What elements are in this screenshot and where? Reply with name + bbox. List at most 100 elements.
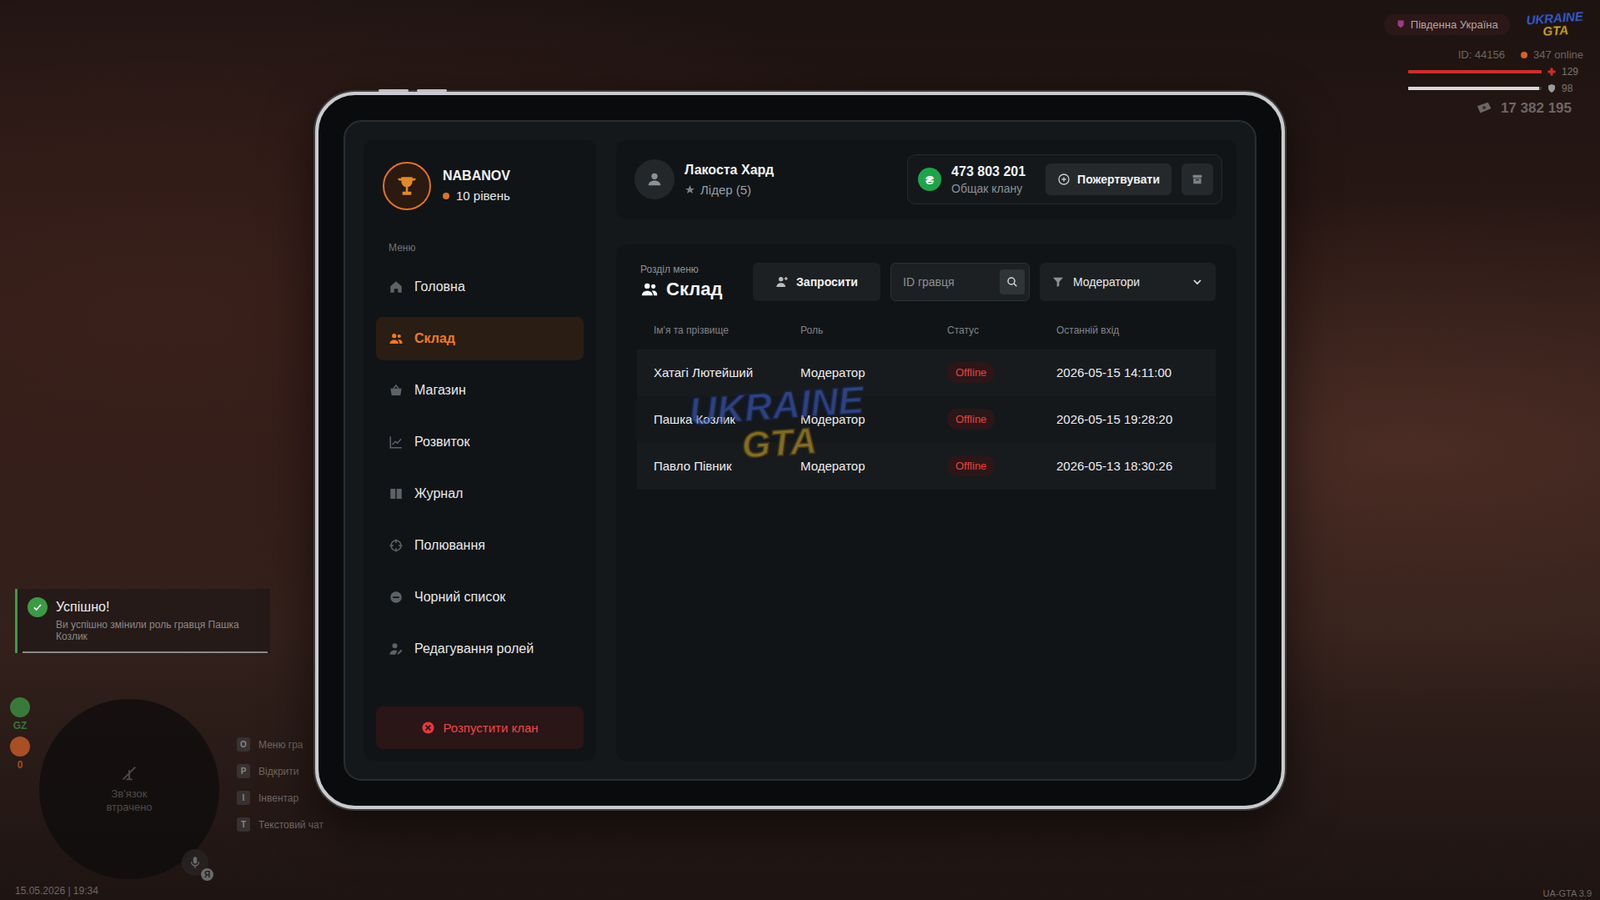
notification-text: Успішно!Ви успішно змінили роль гравця П… [55, 596, 244, 643]
check-icon [30, 600, 45, 614]
member-role: Модератор [800, 458, 948, 473]
currency-icon: ₴ [917, 167, 942, 191]
profile-text: NABANOV 10 рівень [442, 168, 511, 203]
invite-label: Запросити [796, 275, 858, 289]
disband-label: Розпустити клан [442, 720, 538, 735]
banknote-icon [1475, 99, 1495, 118]
table-row[interactable]: Хатагі ЛютейшийМодераторOffline2026-05-1… [636, 349, 1216, 397]
player-id: ID: 44156 [1458, 48, 1505, 61]
version: UA-GTA 3.9 [1543, 887, 1592, 898]
section-title-block: Розділ менюСклад [636, 263, 723, 301]
column-header: Ім'я та прізвище [653, 324, 801, 337]
people-icon [640, 280, 659, 299]
keybind-label: Інвентар [258, 792, 299, 804]
home-icon [388, 279, 404, 295]
member-name: Павло Півник [653, 458, 801, 473]
sidebar-item[interactable]: Склад [376, 316, 584, 361]
clan-name: NABANOV [442, 168, 511, 184]
funnel-icon [1051, 275, 1065, 289]
sidebar-item[interactable]: Полювання [376, 523, 584, 567]
profile: NABANOV 10 рівень [376, 161, 584, 211]
indicator-icon [10, 736, 31, 757]
table-row[interactable]: Пашка КозликМодераторOffline2026-05-15 1… [636, 396, 1216, 443]
server-badge: Південна Україна [1384, 14, 1510, 36]
clan-level: 10 рівень [442, 188, 511, 203]
block-icon [388, 589, 404, 605]
sidebar-item[interactable]: Журнал [376, 471, 584, 516]
roles-icon [388, 641, 404, 657]
plus-circle-icon [1057, 172, 1071, 186]
member-last-login: 2026-05-15 14:11:00 [1056, 365, 1216, 380]
search-button[interactable] [999, 269, 1025, 295]
player-info: ID: 44156347 online [1458, 48, 1584, 61]
game-logo: UKRAINEGTA [1525, 10, 1585, 40]
sidebar-item[interactable]: Чорний список [376, 575, 584, 619]
server-icon [1395, 19, 1406, 30]
armor-bar [1408, 86, 1542, 91]
sidebar-item-label: Журнал [414, 486, 463, 502]
table-row[interactable]: Павло ПівникМодераторOffline 2026-05-13 1… [636, 442, 1216, 490]
hud-top-right: Південна Україна UKRAINEGTA ID: 44156347 o… [1384, 11, 1584, 118]
member-role: Модератор [800, 411, 948, 427]
members-panel: Розділ менюСклад Запросити Модератори Ім'я … [616, 244, 1237, 761]
armor-value: 98 [1561, 82, 1584, 95]
leader-avatar [634, 159, 675, 200]
menu-label: Меню [388, 241, 584, 254]
trophy-icon [393, 172, 421, 200]
shop-icon [388, 382, 404, 398]
health-value: 129 [1561, 65, 1584, 78]
member-last-login: 2026-05-13 18:30:26 [1056, 458, 1216, 473]
toolbar: Розділ менюСклад Запросити Модератори [636, 262, 1216, 301]
archive-button[interactable] [1181, 163, 1214, 196]
success-icon [27, 596, 48, 617]
notification: Успішно!Ви успішно змінили роль гравця П… [15, 588, 271, 653]
sidebar-item[interactable]: Магазин [376, 368, 584, 412]
search-input[interactable] [901, 274, 995, 290]
armor-fill [1408, 86, 1540, 91]
treasury-text: 473 803 201Общак клану [951, 164, 1026, 196]
minimap-status: Зв'язок втрачено [95, 787, 163, 813]
microphone[interactable]: Я [181, 848, 209, 876]
tablet: NABANOV 10 рівень Меню Головна Склад Магазин Р… [315, 91, 1285, 809]
column-header: Роль [800, 324, 948, 337]
indicator: 0 [10, 736, 31, 771]
member-status-cell: Offline [947, 455, 1057, 477]
keybind-key: T [236, 817, 251, 832]
money-value: 17 382 195 [1500, 100, 1572, 117]
money-row: 17 382 195 [1475, 99, 1572, 118]
member-name: Хатагі Лютейший [653, 365, 801, 380]
sidebar-item[interactable]: Редагування ролей [376, 626, 584, 671]
role-filter[interactable]: Модератори [1039, 262, 1216, 301]
target-icon [388, 537, 404, 553]
chart-icon [388, 434, 404, 450]
clan-avatar [382, 161, 432, 211]
donate-button[interactable]: Пожертвувати [1045, 163, 1172, 196]
member-name: Пашка Козлик [653, 411, 801, 427]
health-icon [1546, 66, 1557, 77]
sidebar-item[interactable]: Головна [376, 265, 584, 309]
column-header: Останній вхід [1056, 324, 1216, 337]
status-badge: Offline [947, 455, 995, 477]
invite-button[interactable]: Запросити [752, 262, 881, 301]
level-dot-icon [442, 192, 450, 200]
sidebar-item-label: Редагування ролей [414, 641, 534, 657]
tools: Запросити Модератори [752, 262, 1216, 301]
server-name: Південна Україна [1410, 18, 1499, 31]
people-icon [388, 331, 404, 347]
disband-button[interactable]: Розпустити клан [376, 706, 584, 749]
sidebar-item-label: Розвиток [414, 434, 471, 450]
member-role: Модератор [800, 365, 948, 380]
logo-bottom: GTA [1542, 23, 1570, 38]
book-icon [388, 486, 404, 502]
tablet-screen: NABANOV 10 рівень Меню Головна Склад Магазин Р… [343, 120, 1257, 781]
chevron-down-icon [1190, 275, 1204, 289]
watermark-top: UKRAINE [687, 379, 865, 431]
clan-level-text: 10 рівень [456, 188, 511, 203]
sidebar-item[interactable]: Розвиток [376, 420, 584, 464]
leader: Лакоста ХардЛідер (5) [634, 159, 774, 200]
watermark-bottom: GTA [740, 421, 818, 463]
health-bar [1408, 70, 1542, 74]
armor-row: 98 [1408, 82, 1584, 95]
keybind-key: I [236, 790, 251, 805]
keybind: OМеню гра [236, 737, 324, 752]
